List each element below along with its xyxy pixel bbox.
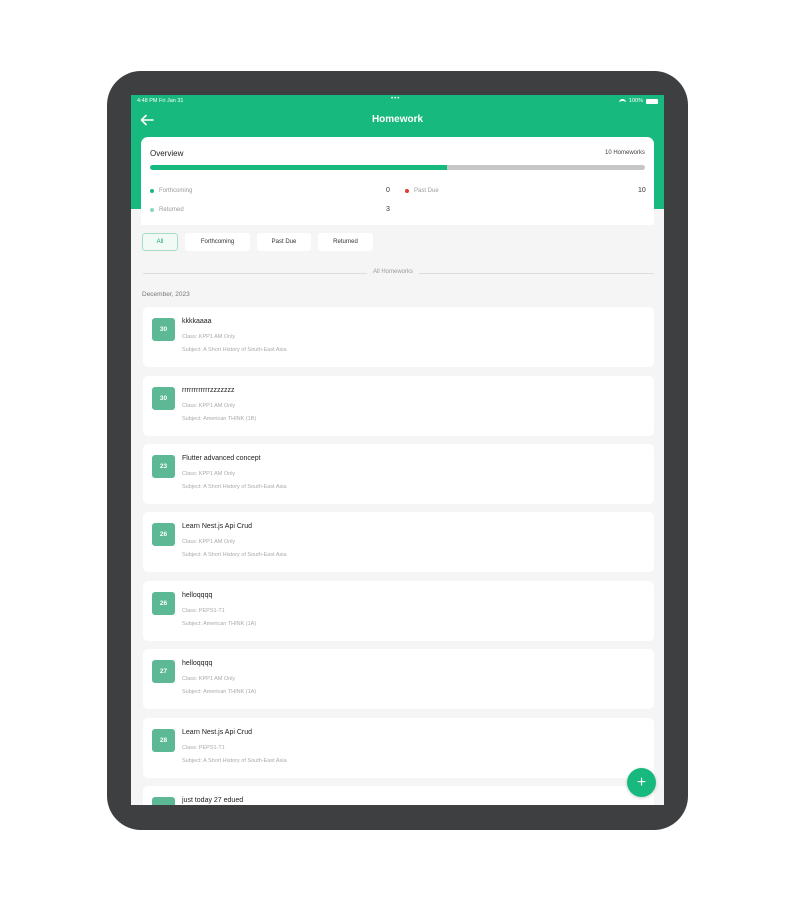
homework-class: Class: PEPS1-T1	[182, 745, 225, 751]
homework-subject: Subject: American THINK (1A)	[182, 621, 257, 627]
homework-card[interactable]: 23 Flutter advanced concept Class: KPP1 …	[143, 444, 654, 504]
stat-past-due: Past Due	[405, 188, 439, 194]
filter-returned[interactable]: Returned	[318, 233, 373, 251]
status-bar: 4:48 PM Fri Jan 31 ••• 100%	[131, 95, 664, 107]
status-right: 100%	[618, 98, 658, 104]
forthcoming-value: 0	[386, 187, 390, 194]
battery-percent: 100%	[628, 98, 643, 104]
homework-class: Class: KPP1 AM Only	[182, 403, 236, 409]
overview-progress-bar	[150, 165, 645, 170]
app-screen: 4:48 PM Fri Jan 31 ••• 100% Homework Ove…	[131, 95, 664, 805]
returned-label: Returned	[159, 207, 184, 213]
returned-value: 3	[386, 206, 390, 213]
forthcoming-dot-icon	[150, 189, 154, 193]
homework-class: Class: KPP1 AM Only	[182, 334, 236, 340]
homework-title: helloqqqq	[182, 660, 213, 667]
homework-card[interactable]: 30 kkkkaaaa Class: KPP1 AM Only Subject:…	[143, 307, 654, 367]
section-date: December, 2023	[142, 291, 190, 298]
homework-subject: Subject: A Short History of South-East A…	[182, 552, 287, 558]
past-due-value: 10	[638, 187, 646, 194]
homework-card[interactable]: 26 helloqqqq Class: PEPS1-T1 Subject: Am…	[143, 581, 654, 641]
homework-class: Class: KPP1 AM Only	[182, 471, 236, 477]
homework-subject: Subject: A Short History of South-East A…	[182, 484, 287, 490]
filter-all[interactable]: All	[142, 233, 178, 251]
homework-class: Class: KPP1 AM Only	[182, 539, 236, 545]
date-badge: 26	[152, 523, 175, 546]
overview-card: Overview 10 Homeworks Forthcoming 0 Past…	[141, 137, 654, 225]
past-due-dot-icon	[405, 189, 409, 193]
filter-tabs: All Forthcoming Past Due Returned	[142, 233, 373, 251]
forthcoming-label: Forthcoming	[159, 188, 193, 194]
homework-title: Learn Nest.js Api Crud	[182, 523, 253, 530]
homework-title: Flutter advanced concept	[182, 455, 261, 462]
homework-subject: Subject: American THINK (1A)	[182, 689, 257, 695]
homework-card[interactable]: 30 rrrrrrrrrrrrzzzzzzz Class: KPP1 AM On…	[143, 376, 654, 436]
past-due-label: Past Due	[414, 188, 439, 194]
status-time: 4:48 PM Fri Jan 31	[137, 98, 184, 104]
homework-subject: Subject: American THINK (1B)	[182, 416, 257, 422]
homework-class: Class: KPP1 AM Only	[182, 676, 236, 682]
multitask-dots[interactable]: •••	[391, 96, 400, 102]
date-badge: 30	[152, 387, 175, 410]
homework-title: helloqqqq	[182, 592, 213, 599]
homework-subject: Subject: A Short History of South-East A…	[182, 347, 287, 353]
date-badge: 30	[152, 318, 175, 341]
filter-past-due[interactable]: Past Due	[257, 233, 311, 251]
homework-title: Learn Nest.js Api Crud	[182, 729, 253, 736]
date-badge: 28	[152, 729, 175, 752]
overview-progress-fill	[150, 165, 447, 170]
homework-title: rrrrrrrrrrrrzzzzzzz	[182, 387, 235, 394]
page-title: Homework	[371, 114, 424, 125]
navbar: Homework	[131, 109, 664, 131]
add-homework-button[interactable]: +	[627, 768, 656, 797]
date-badge: 23	[152, 455, 175, 478]
homework-subject: Subject: A Short History of South-East A…	[182, 758, 287, 764]
date-badge: 28	[152, 797, 175, 805]
homework-card[interactable]: 28 Learn Nest.js Api Crud Class: PEPS1-T…	[143, 718, 654, 778]
filter-forthcoming[interactable]: Forthcoming	[185, 233, 250, 251]
divider-label: All Homeworks	[367, 269, 420, 275]
date-badge: 26	[152, 592, 175, 615]
stat-forthcoming: Forthcoming	[150, 188, 192, 194]
stat-returned: Returned	[150, 207, 184, 213]
overview-title: Overview	[150, 149, 184, 158]
battery-icon	[646, 98, 658, 104]
returned-dot-icon	[150, 208, 154, 212]
wifi-icon	[618, 98, 626, 104]
homework-count: 10 Homeworks	[604, 150, 645, 156]
date-badge: 27	[152, 660, 175, 683]
homework-title: kkkkaaaa	[182, 318, 212, 325]
homework-class: Class: PEPS1-T1	[182, 608, 225, 614]
homework-card[interactable]: 26 Learn Nest.js Api Crud Class: KPP1 AM…	[143, 512, 654, 572]
homework-card[interactable]: 27 helloqqqq Class: KPP1 AM Only Subject…	[143, 649, 654, 709]
homework-card[interactable]: 28 just today 27 edued	[143, 786, 654, 805]
homework-title: just today 27 edued	[182, 797, 244, 804]
